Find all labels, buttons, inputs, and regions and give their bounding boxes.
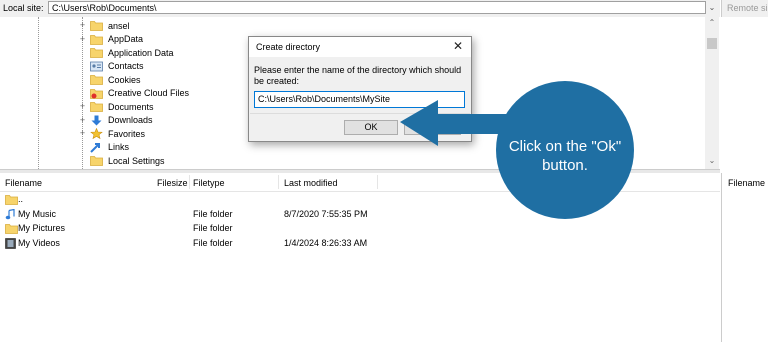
tree-item-label: ansel <box>108 20 130 31</box>
tree-item-label: Local Settings <box>108 155 165 166</box>
folder-icon <box>5 223 18 235</box>
tree-item-label: Documents <box>108 101 154 112</box>
folder-icon <box>90 74 103 85</box>
file-row[interactable]: My Pictures File folder <box>0 221 720 236</box>
file-row[interactable]: My Videos File folder 1/4/2024 8:26:33 AM <box>0 236 720 251</box>
file-name: My Pictures <box>18 223 66 234</box>
file-type: File folder <box>193 238 233 249</box>
file-type: File folder <box>193 223 233 234</box>
tree-scrollbar-thumb[interactable] <box>707 38 717 49</box>
tree-item[interactable]: + Downloads <box>78 114 153 127</box>
file-modified: 8/7/2020 7:55:35 PM <box>284 208 368 219</box>
tree-item-label: Cookies <box>108 74 141 85</box>
local-site-path-input[interactable]: C:\Users\Rob\Documents\ <box>48 1 706 14</box>
column-divider[interactable] <box>189 175 190 189</box>
tree-item[interactable]: Links <box>78 141 129 154</box>
expand-icon[interactable]: + <box>78 21 87 30</box>
tree-item[interactable]: + ansel <box>78 19 130 32</box>
tree-item-label: Contacts <box>108 61 144 71</box>
tree-item-label: AppData <box>108 34 144 44</box>
tree-item-label: Application Data <box>108 47 174 58</box>
download-icon <box>90 115 103 126</box>
scroll-up-icon[interactable]: ⌃ <box>705 18 719 27</box>
folder-icon <box>90 34 103 45</box>
chevron-down-icon[interactable]: ⌄ <box>706 1 718 14</box>
file-modified: 1/4/2024 8:26:33 AM <box>284 238 368 249</box>
tree-item[interactable]: + Documents <box>78 100 154 113</box>
remote-file-list[interactable] <box>721 173 768 342</box>
column-filetype[interactable]: Filetype <box>193 178 225 188</box>
folder-icon <box>90 155 103 166</box>
column-divider[interactable] <box>377 175 378 189</box>
tree-item[interactable]: + AppData <box>78 33 143 46</box>
file-name: My Videos <box>18 238 60 249</box>
tree-item-label: Downloads <box>108 115 153 125</box>
close-icon[interactable]: ✕ <box>451 39 465 53</box>
column-filename[interactable]: Filename <box>5 178 42 188</box>
video-icon <box>5 238 16 249</box>
creative-cloud-icon <box>90 88 103 99</box>
file-type: File folder <box>193 208 233 219</box>
tree-guide-line <box>38 17 40 169</box>
dialog-title: Create directory <box>256 42 321 52</box>
folder-icon <box>90 20 103 31</box>
column-divider[interactable] <box>278 175 279 189</box>
tree-item[interactable]: Contacts <box>78 60 144 73</box>
contacts-icon <box>90 61 103 72</box>
remote-site-label: Remote si <box>727 3 768 13</box>
expand-icon[interactable]: + <box>78 34 87 44</box>
tree-item[interactable]: + Favorites <box>78 127 145 140</box>
music-icon <box>5 208 16 219</box>
local-site-label: Local site: <box>3 3 44 13</box>
column-last-modified[interactable]: Last modified <box>284 178 338 188</box>
folder-icon <box>5 194 18 205</box>
folder-icon <box>90 47 103 58</box>
file-name: .. <box>18 194 24 204</box>
tree-item[interactable]: Local Settings <box>78 154 165 167</box>
link-icon <box>90 142 103 153</box>
column-filesize[interactable]: Filesize <box>157 178 188 188</box>
scroll-down-icon[interactable]: ⌄ <box>705 156 719 165</box>
tree-item[interactable]: Cookies <box>78 73 141 86</box>
tree-item-label: Creative Cloud Files <box>108 88 190 98</box>
folder-icon <box>90 101 103 112</box>
expand-icon[interactable]: + <box>78 129 87 138</box>
tree-item[interactable]: Application Data <box>78 46 174 59</box>
star-icon <box>90 127 103 140</box>
expand-icon[interactable]: + <box>78 115 87 125</box>
remote-column-filename[interactable]: Filename <box>728 178 765 188</box>
tree-item[interactable]: Creative Cloud Files <box>78 87 189 100</box>
tree-item-label: Favorites <box>108 128 146 139</box>
tree-item-label: Links <box>108 142 130 152</box>
file-name: My Music <box>18 208 56 219</box>
callout-text: Click on the "Ok" button. <box>508 138 622 174</box>
expand-icon[interactable]: + <box>78 102 87 111</box>
